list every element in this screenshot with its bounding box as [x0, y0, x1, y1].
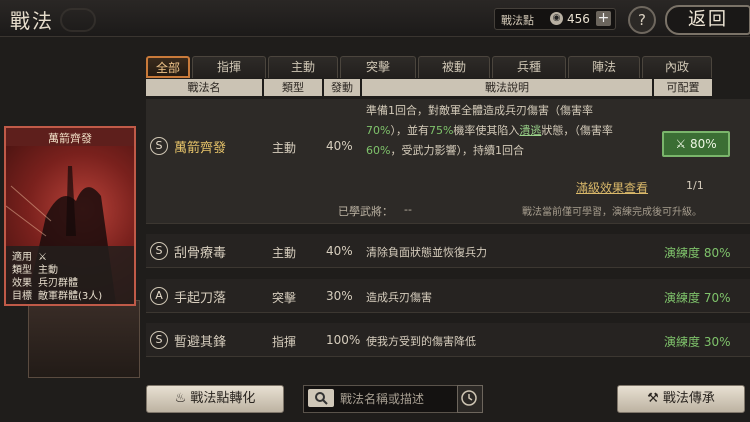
history-button[interactable]	[457, 385, 483, 413]
tactic-type: 主動	[272, 141, 297, 155]
tactic-description: 準備1回合，對敵軍全體造成兵刃傷害（傷害率 70%），並有75%機率使其陷入潰逃…	[366, 104, 613, 157]
proficiency-label: 演練度 80%	[664, 246, 731, 260]
proficiency-label: 演練度 30%	[664, 335, 731, 349]
card-info-panel: 適用 ⚔ 類型 主動 效果 兵刃群體 目標 敵軍群體(3人)	[6, 246, 134, 304]
table-row[interactable]: A 手起刀落 突擊 30% 造成兵刃傷害 演練度 70%	[146, 279, 750, 313]
tab-formation[interactable]: 陣法	[568, 56, 640, 78]
column-description: 戰法說明	[362, 79, 652, 96]
table-header: 戰法名 類型 發動 戰法說明 可配置	[146, 79, 714, 97]
add-points-button[interactable]: +	[596, 11, 611, 26]
tactic-name: 暫避其鋒	[174, 335, 227, 350]
tab-passive[interactable]: 被動	[418, 56, 490, 78]
max-effect-link[interactable]: 滿級效果查看	[576, 179, 648, 196]
learned-generals-label: 已學武將：	[338, 205, 393, 218]
tactic-type: 指揮	[272, 335, 297, 349]
sword-icon: ⚔	[675, 137, 690, 151]
tab-troop[interactable]: 兵種	[492, 56, 566, 78]
tab-active[interactable]: 主動	[268, 56, 338, 78]
table-row[interactable]: S 暫避其鋒 指揮 100% 使我方受到的傷害降低 演練度 30%	[146, 323, 750, 357]
tactic-points-value: 456	[567, 12, 590, 26]
tab-all[interactable]: 全部	[146, 56, 190, 78]
tactic-rate: 40%	[326, 244, 353, 258]
assign-button[interactable]: ⚔ 80%	[662, 131, 730, 157]
column-type: 類型	[264, 79, 322, 96]
convert-icon: ♨	[174, 391, 191, 406]
tab-command[interactable]: 指揮	[192, 56, 266, 78]
back-button[interactable]: 返回	[665, 5, 750, 35]
page-title: 戰法	[10, 9, 54, 33]
grade-badge: S	[150, 137, 168, 155]
grade-badge: S	[150, 242, 168, 260]
learned-generals-value: --	[404, 203, 412, 216]
table-row[interactable]: S 刮骨療毒 主動 40% 清除負面狀態並恢復兵力 演練度 80%	[146, 234, 750, 268]
tactic-name: 刮骨療毒	[174, 246, 227, 261]
secondary-card-art	[28, 300, 140, 378]
column-name: 戰法名	[146, 79, 262, 96]
grade-badge: A	[150, 287, 168, 305]
tactic-description: 清除負面狀態並恢復兵力	[366, 246, 487, 259]
top-bar: 戰法 戰法點 ◉ 456 + ? 返回	[0, 0, 750, 37]
search-icon[interactable]	[308, 389, 334, 407]
tactic-description: 使我方受到的傷害降低	[366, 335, 476, 348]
inherit-button[interactable]: ⚒ 戰法傳承	[617, 385, 745, 413]
tab-internal[interactable]: 內政	[642, 56, 712, 78]
convert-points-button[interactable]: ♨ 戰法點轉化	[146, 385, 284, 413]
tactic-note: 戰法當前僅可學習，演練完成後可升級。	[522, 207, 702, 218]
category-tabs: 全部 指揮 主動 突擊 被動 兵種 陣法 內政	[146, 56, 714, 78]
column-trigger: 發動	[324, 79, 360, 96]
tactic-type: 突擊	[272, 291, 297, 305]
proficiency-label: 演練度 70%	[664, 291, 731, 305]
title-ornament-icon	[60, 8, 96, 32]
tactic-description: 造成兵刃傷害	[366, 291, 432, 304]
learn-progress: 1/1	[686, 179, 704, 192]
tactic-name: 手起刀落	[174, 291, 227, 306]
help-button[interactable]: ?	[628, 6, 656, 34]
tactic-card: 萬箭齊發 適用 ⚔ 類型 主動 效果 兵刃群體 目標 敵軍群體(3人)	[4, 126, 136, 306]
tactic-rate: 100%	[326, 333, 361, 347]
tactic-name: 萬箭齊發	[174, 141, 227, 156]
tactic-rate: 30%	[326, 289, 353, 303]
tab-assault[interactable]: 突擊	[340, 56, 416, 78]
column-assignable: 可配置	[654, 79, 712, 96]
tactic-points-label: 戰法點	[501, 14, 534, 27]
tactic-list[interactable]: S 萬箭齊發 主動 40% 準備1回合，對敵軍全體造成兵刃傷害（傷害率 70%）…	[146, 99, 750, 377]
tactic-rate: 40%	[326, 139, 353, 153]
grade-badge: S	[150, 331, 168, 349]
tactic-type: 主動	[272, 246, 297, 260]
tactic-points-display: 戰法點 ◉ 456 +	[494, 8, 616, 30]
table-row[interactable]: S 萬箭齊發 主動 40% 準備1回合，對敵軍全體造成兵刃傷害（傷害率 70%）…	[146, 99, 750, 224]
clock-icon	[461, 390, 477, 406]
search-bar	[303, 385, 459, 413]
card-title: 萬箭齊發	[48, 132, 92, 145]
coin-icon: ◉	[550, 12, 563, 25]
hammer-icon: ⚒	[647, 391, 663, 406]
search-input[interactable]	[340, 390, 452, 408]
